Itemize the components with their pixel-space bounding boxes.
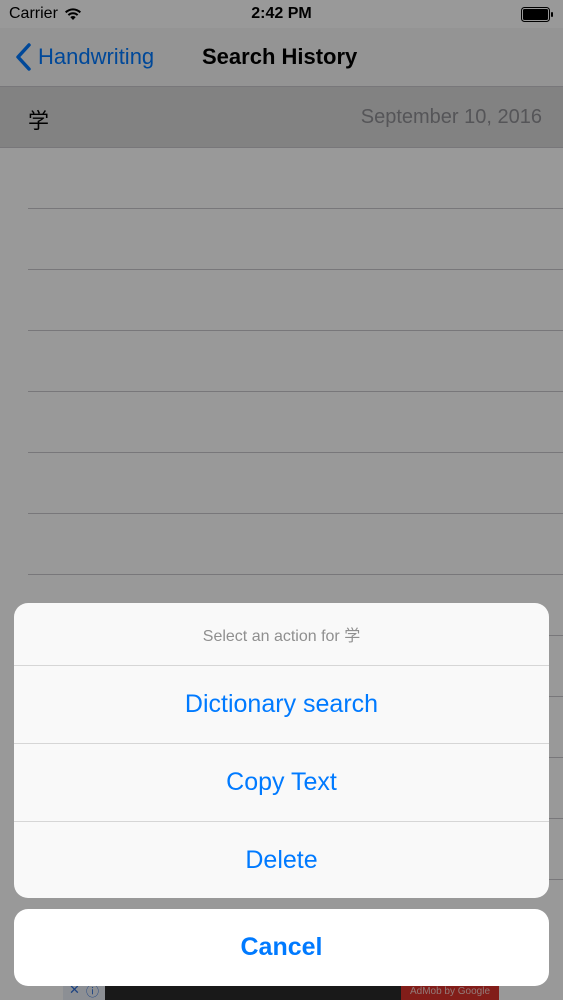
action-sheet: Select an action for 学 Dictionary search… bbox=[14, 603, 549, 898]
cancel-button[interactable]: Cancel bbox=[14, 909, 549, 986]
delete-button[interactable]: Delete bbox=[14, 822, 549, 898]
dictionary-search-button[interactable]: Dictionary search bbox=[14, 666, 549, 744]
action-sheet-title: Select an action for 学 bbox=[14, 603, 549, 666]
copy-text-button[interactable]: Copy Text bbox=[14, 744, 549, 822]
